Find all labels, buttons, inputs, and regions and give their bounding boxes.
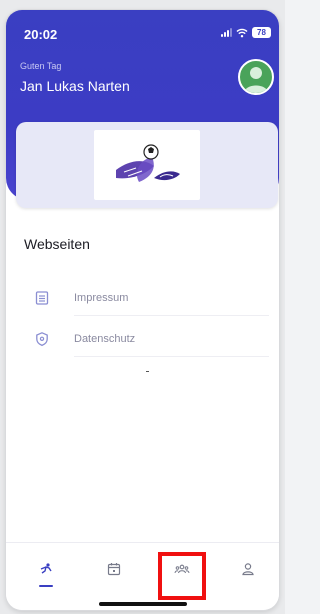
active-tab-indicator [39, 585, 53, 587]
nav-calendar-tab[interactable] [94, 557, 134, 591]
list-item-label: Impressum [74, 292, 129, 304]
nav-home-tab[interactable] [26, 557, 66, 591]
player-icon [40, 563, 52, 574]
home-indicator [99, 602, 187, 606]
nav-profile-tab[interactable] [228, 557, 268, 591]
avatar[interactable] [238, 59, 274, 95]
document-icon [35, 291, 49, 305]
list-item-datenschutz[interactable]: Datenschutz [24, 321, 269, 357]
status-time: 20:02 [24, 27, 58, 42]
wifi-icon [236, 28, 248, 37]
user-name: Jan Lukas Narten [20, 78, 130, 94]
club-logo [94, 130, 200, 200]
person-icon [242, 563, 254, 576]
list-item-label: Datenschutz [74, 333, 136, 345]
section-title: Webseiten [24, 236, 90, 252]
calendar-icon [107, 563, 121, 576]
divider [74, 315, 269, 316]
shield-icon [36, 332, 48, 347]
list-item-impressum[interactable]: Impressum [24, 280, 269, 316]
screen-frame: 20:02 78 Guten Tag Jan Lukas Narten Webs… [0, 0, 285, 614]
loading-dot [146, 371, 149, 372]
battery-icon: 78 [252, 27, 271, 38]
phone-screen: 20:02 78 Guten Tag Jan Lukas Narten Webs… [6, 10, 279, 610]
club-logo-image [116, 144, 180, 182]
status-icons: 78 [221, 27, 271, 38]
avatar-person-icon [244, 67, 268, 93]
greeting-text: Guten Tag [20, 61, 62, 71]
club-card[interactable] [16, 122, 278, 208]
divider [74, 356, 269, 357]
signal-icon [221, 28, 232, 37]
highlight-box [158, 552, 206, 600]
bottom-navigation [6, 542, 279, 610]
